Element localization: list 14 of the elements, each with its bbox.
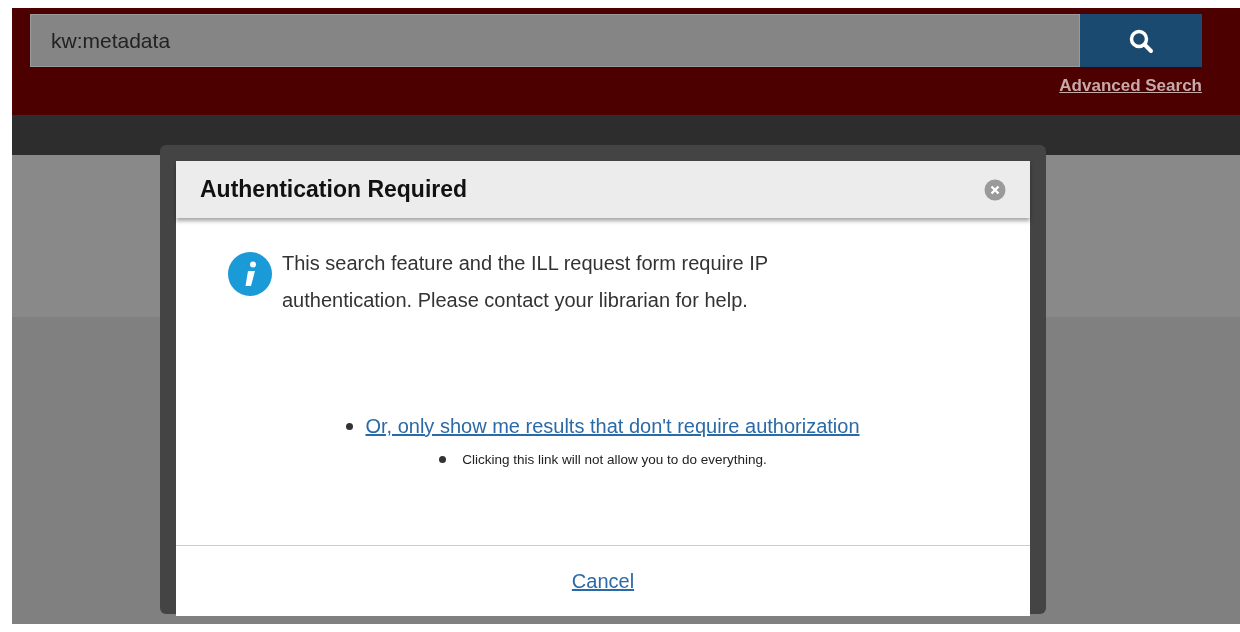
close-icon bbox=[984, 178, 1006, 201]
info-message: This search feature and the ILL request form require IP authentication. Please contact your librarian for help. bbox=[282, 251, 769, 313]
search-icon bbox=[1128, 27, 1154, 54]
info-icon bbox=[228, 252, 272, 296]
results-link[interactable]: Or, only show me results that don't require authorization bbox=[365, 415, 860, 438]
bullet-icon bbox=[346, 423, 354, 430]
advanced-search-link[interactable]: Advanced Search bbox=[1059, 76, 1202, 96]
note-text: Clicking this link will not allow you to do everything. bbox=[462, 452, 767, 467]
bullet-icon bbox=[439, 456, 447, 463]
cancel-link[interactable]: Cancel bbox=[571, 569, 635, 593]
search-field[interactable]: kw:metadata bbox=[30, 14, 1080, 67]
search-button[interactable] bbox=[1080, 14, 1202, 67]
dialog-title: Authentication Required bbox=[200, 176, 468, 203]
close-button[interactable] bbox=[984, 178, 1006, 201]
